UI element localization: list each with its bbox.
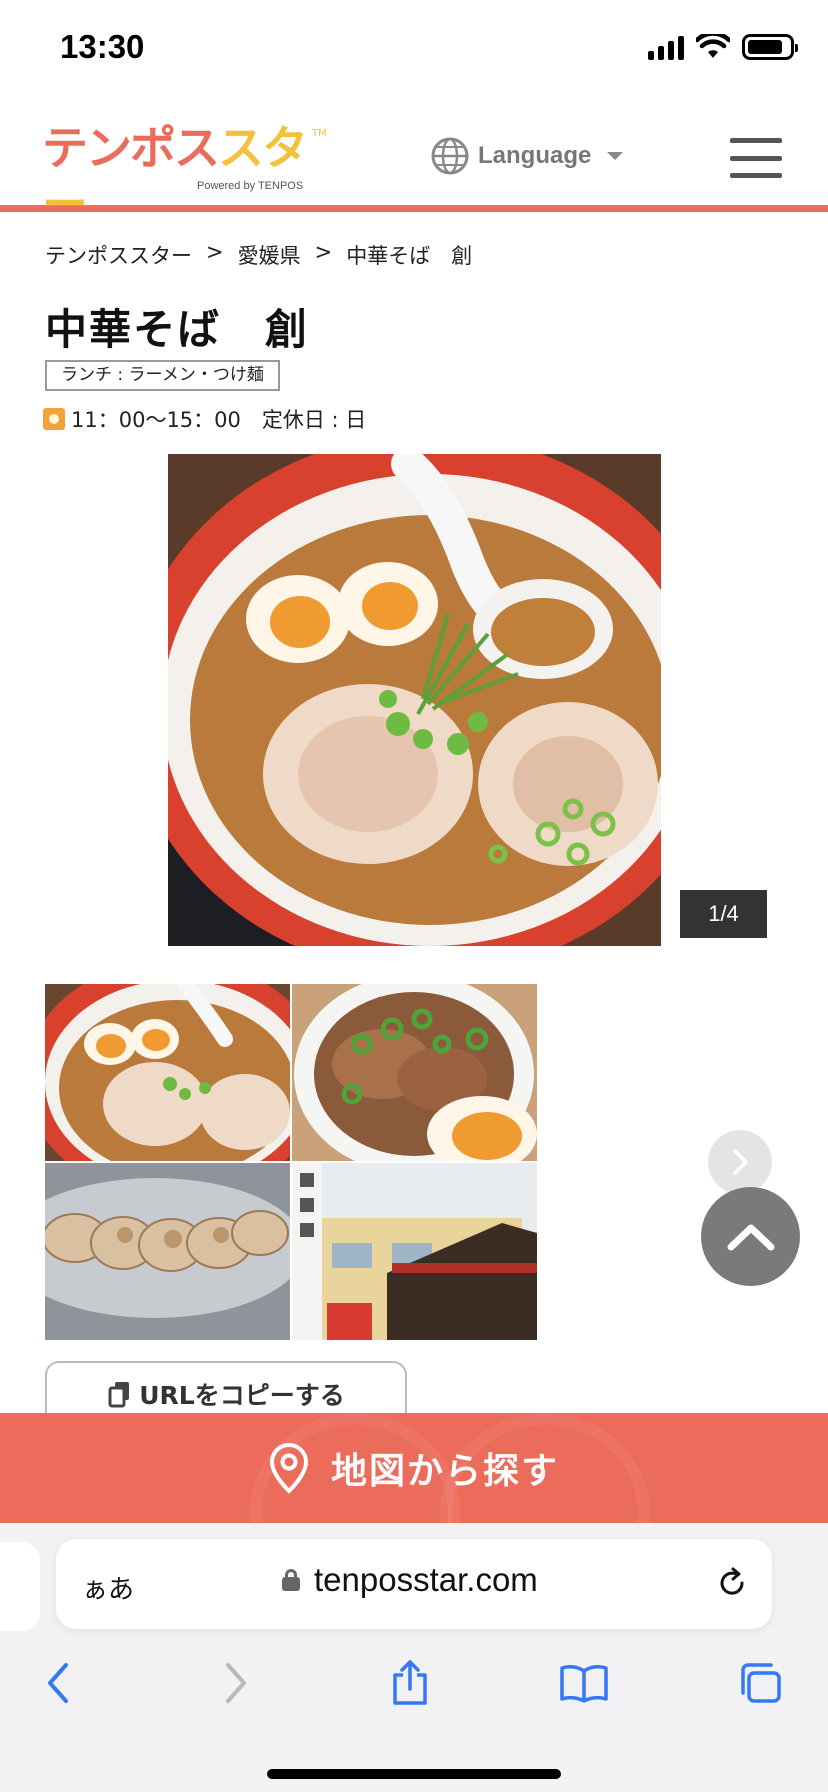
browser-toolbar: ぁあ tenposstar.com <box>0 1523 828 1792</box>
tabs-icon <box>741 1663 781 1703</box>
hours-text: 11：00〜15：00 定休日 : 日 <box>71 408 367 432</box>
lock-icon <box>282 1569 300 1591</box>
reload-icon[interactable] <box>714 1565 750 1601</box>
back-button[interactable] <box>28 1653 88 1713</box>
photo-counter: 1/4 <box>680 890 767 938</box>
chevron-left-icon <box>48 1663 68 1703</box>
language-selector[interactable]: Language <box>430 136 625 176</box>
copy-url-label: URLをコピーする <box>139 1381 345 1410</box>
logo-trademark: TM <box>312 128 327 139</box>
share-button[interactable] <box>380 1653 440 1713</box>
tabs-button[interactable] <box>730 1653 790 1713</box>
text-size-button[interactable]: ぁあ <box>82 1569 134 1606</box>
status-icons <box>648 34 798 60</box>
status-time: 13:30 <box>60 28 145 65</box>
breadcrumb-separator: > <box>314 240 333 264</box>
thumbnail-ramen[interactable] <box>45 984 290 1161</box>
forward-button[interactable] <box>206 1653 266 1713</box>
url-text: tenposstar.com <box>314 1561 538 1598</box>
address-bar[interactable]: ぁあ tenposstar.com <box>56 1539 772 1629</box>
cellular-signal-icon <box>648 34 684 60</box>
thumbnail-gyoza[interactable] <box>45 1163 290 1340</box>
bookmarks-button[interactable] <box>554 1653 614 1713</box>
breadcrumb-separator: > <box>206 240 224 264</box>
battery-level <box>748 40 782 54</box>
category-tag: ランチ : ラーメン・つけ麺 <box>45 360 280 391</box>
ramen-photo <box>168 454 661 946</box>
breadcrumb-item-prefecture[interactable]: 愛媛県 <box>238 240 301 270</box>
scroll-to-top-button[interactable] <box>701 1187 800 1286</box>
map-search-label: 地図から探す <box>330 1451 559 1492</box>
map-search-button[interactable]: 地図から探す <box>0 1413 828 1523</box>
map-pin-icon <box>269 1442 308 1494</box>
status-bar: 13:30 <box>0 0 828 100</box>
thumbnail-chashu-don[interactable] <box>292 984 537 1161</box>
language-label: Language <box>478 142 592 169</box>
chevron-up-icon <box>727 1224 774 1250</box>
breadcrumb-item-home[interactable]: テンポススター <box>45 240 192 270</box>
main-photo[interactable] <box>168 454 661 946</box>
globe-icon <box>431 137 469 175</box>
chevron-right-icon <box>733 1149 748 1175</box>
share-icon <box>393 1660 427 1705</box>
breadcrumb-item-shop: 中華そば 創 <box>346 244 473 268</box>
gallery-next-button[interactable] <box>708 1130 772 1194</box>
breadcrumb: テンポススター > 愛媛県 > 中華そば 創 <box>45 240 472 270</box>
book-icon <box>560 1665 608 1703</box>
thumbnail-grid <box>45 984 537 1340</box>
page-title: 中華そば 創 <box>45 305 310 354</box>
hamburger-menu-icon[interactable] <box>730 138 782 178</box>
business-hours: 11：00〜15：00 定休日 : 日 <box>43 404 366 434</box>
map-search-content: 地図から探す <box>0 1413 828 1523</box>
thumbnail-storefront[interactable] <box>292 1163 537 1340</box>
chevron-down-icon <box>607 152 624 160</box>
chevron-right-icon <box>226 1663 246 1703</box>
copy-icon <box>108 1382 130 1408</box>
sun-icon <box>43 408 65 430</box>
logo-text: テンポススター <box>42 120 332 232</box>
site-logo[interactable]: テンポススター TM Powered by TENPOS <box>42 120 332 231</box>
logo-text-part1: テンポス <box>42 121 220 175</box>
battery-icon <box>742 34 798 60</box>
wifi-icon <box>696 34 730 58</box>
previous-tab-peek[interactable] <box>0 1542 40 1631</box>
logo-subtitle: Powered by TENPOS <box>197 180 304 192</box>
site-header: テンポススター TM Powered by TENPOS Language <box>0 100 828 231</box>
home-indicator <box>267 1769 561 1779</box>
url-display: tenposstar.com <box>282 1561 538 1599</box>
safari-toolbar <box>0 1653 828 1733</box>
